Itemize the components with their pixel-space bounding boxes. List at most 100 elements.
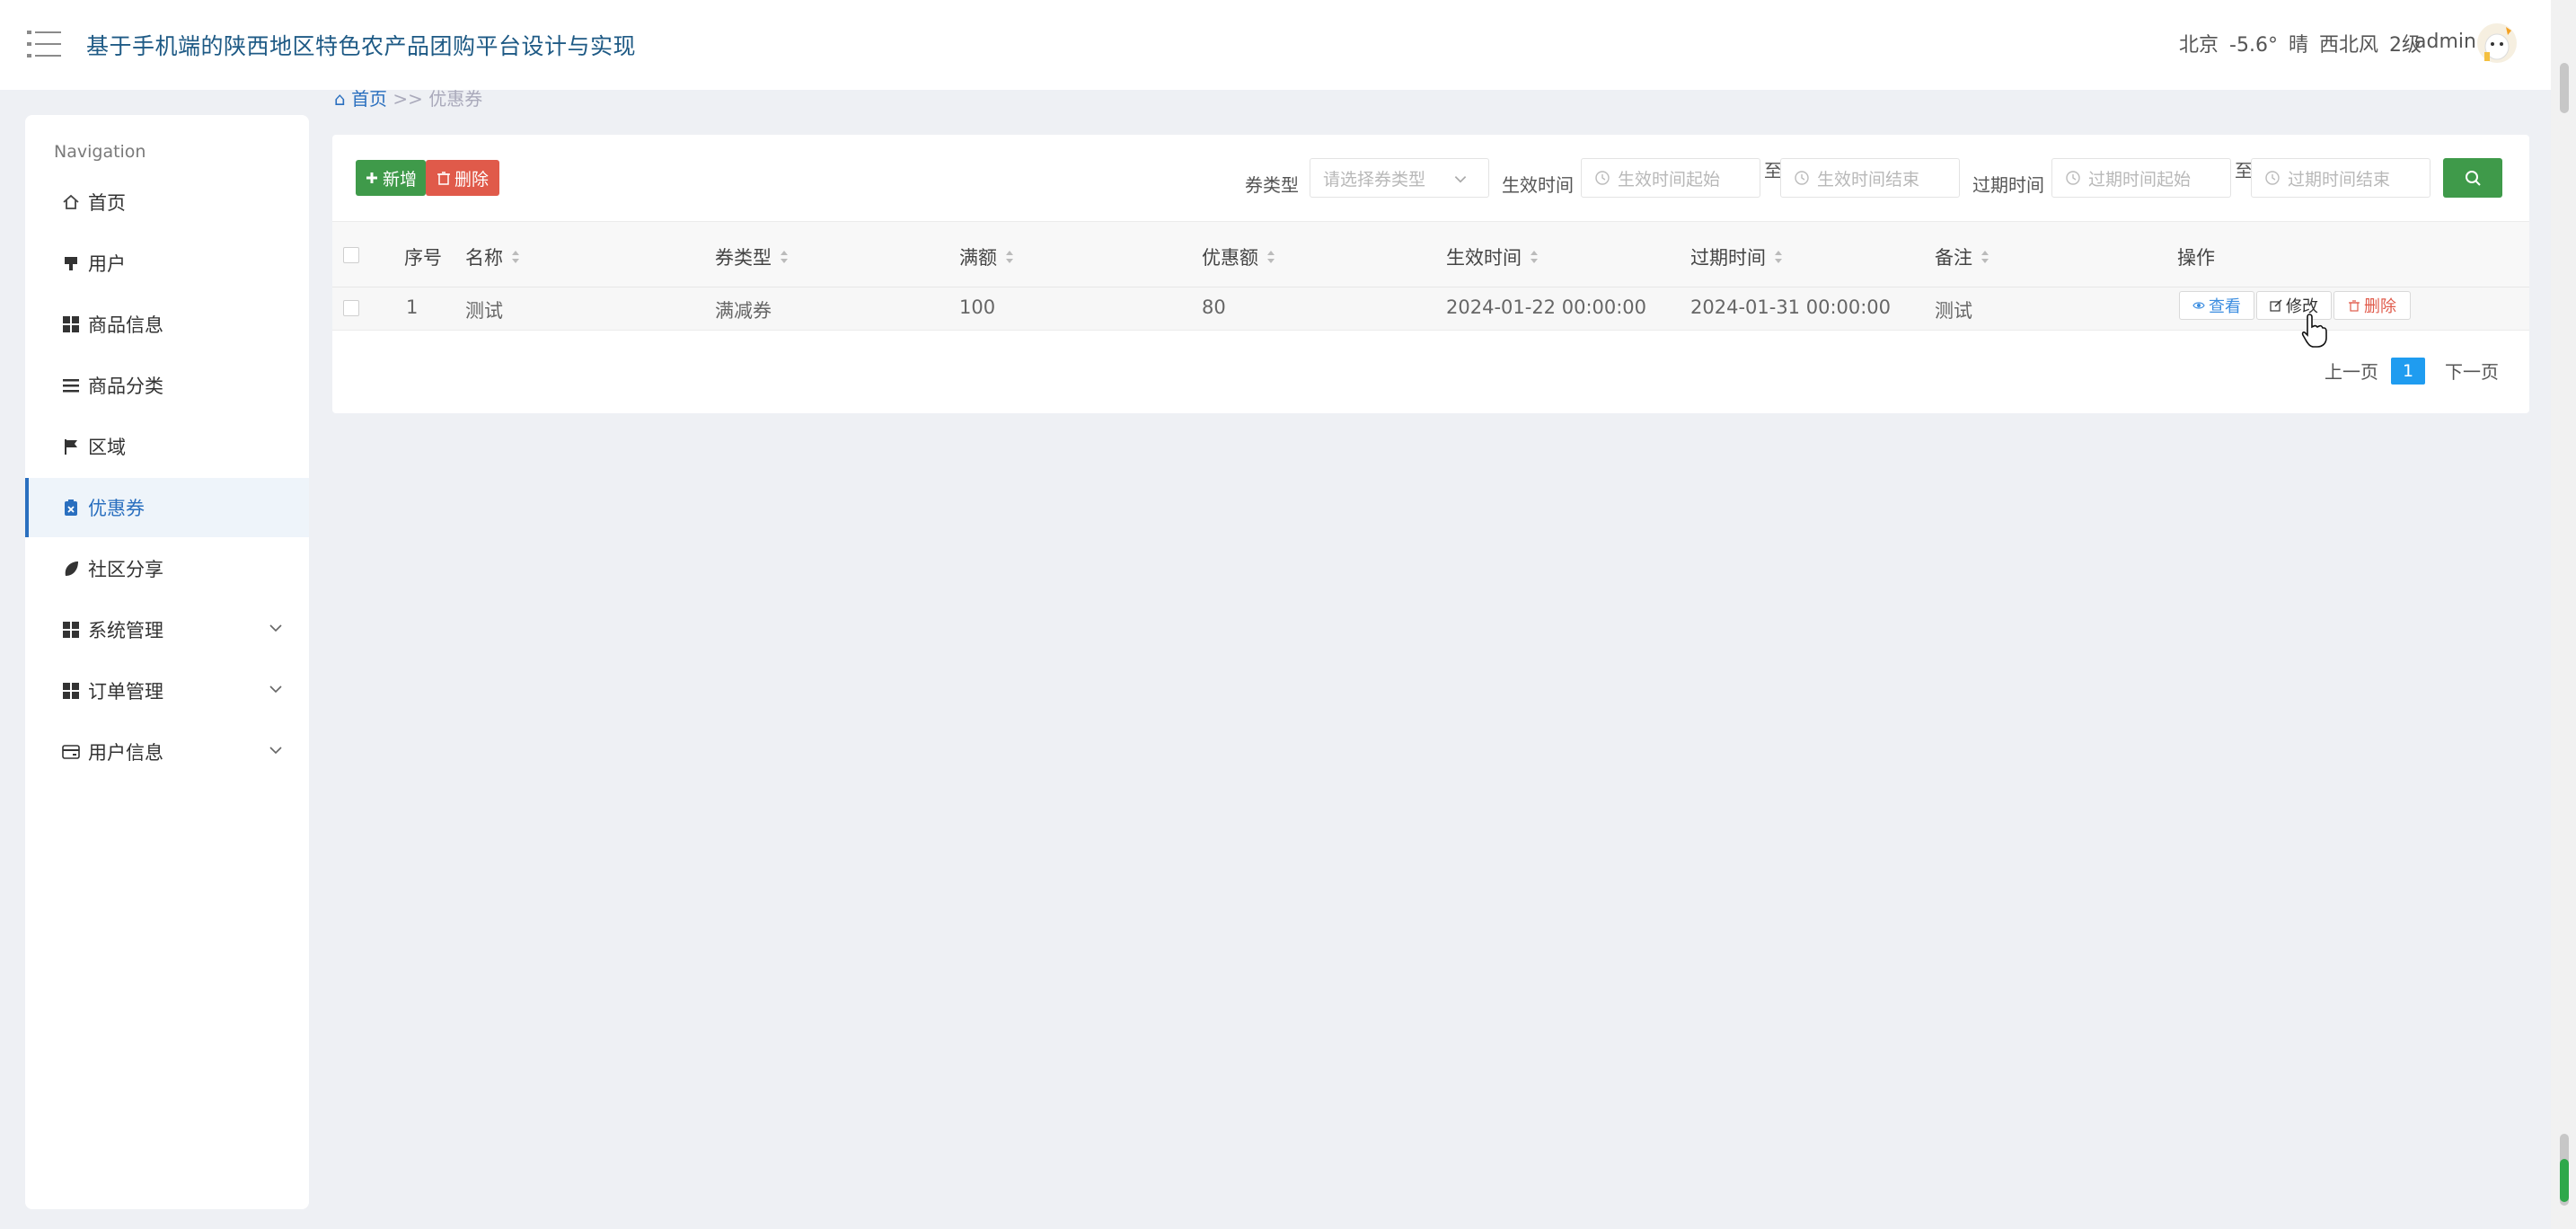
sidebar-item-region[interactable]: 区域 bbox=[25, 417, 309, 476]
cell-effective: 2024-01-22 00:00:00 bbox=[1446, 296, 1647, 318]
breadcrumb-home-label: 首页 bbox=[351, 88, 388, 110]
breadcrumb-current: 优惠券 bbox=[428, 88, 483, 110]
select-all-checkbox[interactable] bbox=[343, 247, 359, 263]
expire-end-input[interactable]: 过期时间结束 bbox=[2251, 158, 2430, 198]
sidebar-item-label: 系统管理 bbox=[88, 620, 163, 641]
search-button[interactable] bbox=[2443, 158, 2502, 198]
avatar[interactable] bbox=[2475, 22, 2519, 65]
coupon-type-select[interactable]: 请选择券类型 bbox=[1310, 158, 1489, 198]
sort-icon bbox=[1267, 251, 1275, 263]
weather-condition: 晴 bbox=[2288, 34, 2308, 57]
expire-time-label: 过期时间 bbox=[1972, 174, 2044, 196]
delete-button[interactable]: 删除 bbox=[2333, 291, 2411, 320]
next-page-link[interactable]: 下一页 bbox=[2445, 358, 2499, 384]
clock-icon bbox=[1795, 171, 1809, 185]
sort-icon bbox=[1531, 251, 1538, 263]
app-title: 基于手机端的陕西地区特色农产品团购平台设计与实现 bbox=[86, 33, 637, 59]
effective-start-input[interactable]: 生效时间起始 bbox=[1581, 158, 1760, 198]
home-icon bbox=[61, 192, 81, 212]
grid-icon bbox=[61, 681, 81, 701]
sidebar-item-label: 社区分享 bbox=[88, 559, 163, 580]
page-scrollbar[interactable] bbox=[2551, 0, 2576, 1229]
sidebar-item-label: 首页 bbox=[88, 192, 126, 214]
column-header-discount[interactable]: 优惠额 bbox=[1202, 243, 1276, 270]
sidebar-item-label: 用户信息 bbox=[88, 742, 163, 764]
sidebar-item-coupon[interactable]: 优惠券 bbox=[25, 478, 309, 537]
sidebar-item-product-info[interactable]: 商品信息 bbox=[25, 295, 309, 354]
sidebar-item-home[interactable]: 首页 bbox=[25, 172, 309, 232]
list-icon bbox=[61, 376, 81, 395]
column-header-type[interactable]: 券类型 bbox=[715, 243, 790, 270]
menu-toggle-icon[interactable] bbox=[27, 29, 61, 59]
column-header-label: 生效时间 bbox=[1446, 247, 1522, 269]
cell-discount: 80 bbox=[1202, 296, 1226, 318]
breadcrumb-home[interactable]: ⌂ 首页 bbox=[334, 88, 387, 110]
expire-start-input[interactable]: 过期时间起始 bbox=[2051, 158, 2231, 198]
edit-icon bbox=[2270, 299, 2282, 312]
column-header-name[interactable]: 名称 bbox=[465, 243, 521, 270]
sidebar-item-label: 优惠券 bbox=[88, 498, 145, 519]
trash-icon bbox=[2349, 300, 2360, 312]
sidebar-item-community[interactable]: 社区分享 bbox=[25, 539, 309, 598]
chevron-down-icon bbox=[269, 685, 282, 694]
sidebar-item-product-category[interactable]: 商品分类 bbox=[25, 356, 309, 415]
column-header-label: 优惠额 bbox=[1202, 247, 1258, 269]
cell-expire: 2024-01-31 00:00:00 bbox=[1690, 296, 1892, 318]
sort-icon bbox=[1006, 251, 1013, 263]
column-header-label: 满额 bbox=[959, 247, 997, 269]
table-header: 序号 名称 券类型 满额 优惠额 生效时间 过期时间 备注 操作 bbox=[332, 221, 2529, 287]
flag-icon bbox=[61, 437, 81, 456]
batch-delete-button[interactable]: 删除 bbox=[426, 160, 499, 196]
sort-icon bbox=[512, 251, 519, 263]
username[interactable]: admin bbox=[2414, 31, 2476, 53]
weather-temp: -5.6° bbox=[2229, 34, 2278, 57]
table-row[interactable]: 1 测试 满减券 100 80 2024-01-22 00:00:00 2024… bbox=[332, 287, 2529, 331]
eye-icon bbox=[2192, 302, 2205, 309]
column-header-actions: 操作 bbox=[2177, 243, 2215, 270]
sort-icon bbox=[1775, 251, 1782, 263]
chevron-down-icon bbox=[269, 747, 282, 755]
column-header-remark[interactable]: 备注 bbox=[1935, 243, 1990, 270]
card-icon bbox=[61, 742, 81, 762]
sort-icon bbox=[1981, 251, 1989, 263]
view-button[interactable]: 查看 bbox=[2179, 291, 2254, 320]
clock-icon bbox=[2265, 171, 2280, 185]
column-header-label: 名称 bbox=[465, 247, 503, 269]
grid-icon bbox=[61, 620, 81, 640]
plus-icon bbox=[366, 172, 377, 183]
user-icon bbox=[61, 253, 81, 273]
sidebar-item-user-info[interactable]: 用户信息 bbox=[25, 722, 309, 782]
clock-icon bbox=[2066, 171, 2080, 185]
scroll-thumb[interactable] bbox=[2560, 63, 2569, 113]
column-header-threshold[interactable]: 满额 bbox=[959, 243, 1015, 270]
breadcrumb: ⌂ 首页 >> 优惠券 bbox=[334, 84, 482, 111]
sidebar-item-system[interactable]: 系统管理 bbox=[25, 600, 309, 659]
add-button[interactable]: 新增 bbox=[356, 160, 426, 196]
coupon-icon bbox=[61, 498, 81, 517]
weather-info: 北京 -5.6° 晴西北风 2级 bbox=[2179, 29, 2432, 57]
top-header: 基于手机端的陕西地区特色农产品团购平台设计与实现 北京 -5.6° 晴西北风 2级 a… bbox=[0, 0, 2551, 90]
effective-start-placeholder: 生效时间起始 bbox=[1618, 169, 1721, 190]
delete-button-label: 删除 bbox=[2364, 297, 2396, 316]
sidebar-item-label: 用户 bbox=[88, 253, 126, 275]
nav-heading: Navigation bbox=[54, 142, 146, 162]
sidebar-item-orders[interactable]: 订单管理 bbox=[25, 661, 309, 721]
column-header-effective[interactable]: 生效时间 bbox=[1446, 243, 1539, 270]
row-checkbox[interactable] bbox=[343, 300, 359, 316]
column-header-label: 过期时间 bbox=[1690, 247, 1766, 269]
column-header-label: 券类型 bbox=[715, 247, 772, 269]
batch-delete-label: 删除 bbox=[454, 169, 489, 190]
sidebar-item-label: 商品信息 bbox=[88, 314, 163, 336]
column-header-expire[interactable]: 过期时间 bbox=[1690, 243, 1784, 270]
effective-end-input[interactable]: 生效时间结束 bbox=[1780, 158, 1960, 198]
column-header-label: 备注 bbox=[1935, 247, 1972, 269]
cell-index: 1 bbox=[406, 296, 419, 318]
sidebar-item-user[interactable]: 用户 bbox=[25, 234, 309, 293]
expire-start-placeholder: 过期时间起始 bbox=[2088, 169, 2192, 190]
cell-type: 满减券 bbox=[715, 300, 772, 322]
column-header-index: 序号 bbox=[404, 243, 442, 270]
prev-page-link[interactable]: 上一页 bbox=[2325, 358, 2378, 384]
page-number-current[interactable]: 1 bbox=[2391, 358, 2425, 385]
sort-icon bbox=[781, 251, 788, 263]
weather-wind: 西北风 bbox=[2318, 34, 2378, 57]
